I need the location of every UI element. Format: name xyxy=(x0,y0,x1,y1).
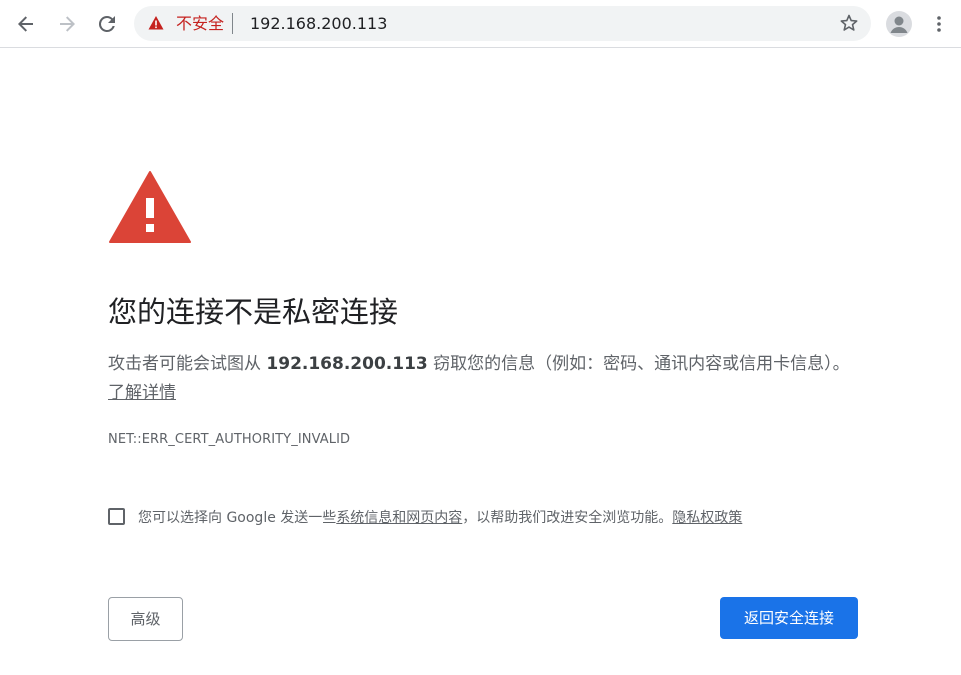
url-text[interactable]: 192.168.200.113 xyxy=(250,14,387,33)
reload-icon xyxy=(98,15,115,32)
avatar-icon xyxy=(890,16,908,33)
star-icon[interactable] xyxy=(839,13,859,33)
page-title: 您的连接不是私密连接 xyxy=(108,295,399,329)
desc-suffix: 窃取您的信息（例如：密码、通讯内容或信用卡信息）。 xyxy=(427,354,850,374)
kebab-menu-icon xyxy=(937,16,941,32)
reload-button[interactable] xyxy=(91,8,123,40)
back-button[interactable] xyxy=(10,8,42,40)
warning-triangle-icon xyxy=(109,171,191,243)
optin-text-prefix: 您可以选择向 Google 发送一些 xyxy=(138,510,337,526)
browser-menu-button[interactable] xyxy=(923,8,955,40)
optin-checkbox[interactable] xyxy=(108,508,125,525)
arrow-right-icon xyxy=(60,16,75,32)
optin-text-middle: ，以帮助我们改进安全浏览功能。 xyxy=(462,510,673,526)
optin-label: 您可以选择向 Google 发送一些系统信息和网页内容，以帮助我们改进安全浏览功… xyxy=(138,509,742,527)
browser-toolbar: 不安全 192.168.200.113 xyxy=(0,0,961,48)
desc-prefix: 攻击者可能会试图从 xyxy=(108,354,267,374)
warning-triangle-icon xyxy=(148,16,164,30)
profile-avatar[interactable] xyxy=(886,11,912,37)
advanced-button[interactable]: 高级 xyxy=(108,597,183,641)
address-bar[interactable]: 不安全 192.168.200.113 xyxy=(134,6,871,41)
error-code[interactable]: NET::ERR_CERT_AUTHORITY_INVALID xyxy=(108,432,350,447)
arrow-left-icon xyxy=(18,16,33,32)
omnibox-divider xyxy=(232,13,233,34)
privacy-policy-link[interactable]: 隐私权政策 xyxy=(672,510,742,526)
learn-more-link[interactable]: 了解详情 xyxy=(108,383,176,403)
back-to-safety-button[interactable]: 返回安全连接 xyxy=(720,597,858,639)
error-description: 攻击者可能会试图从 192.168.200.113 窃取您的信息（例如：密码、通… xyxy=(108,350,856,408)
security-status[interactable]: 不安全 xyxy=(176,14,224,33)
forward-button[interactable] xyxy=(51,8,83,40)
safe-browsing-optin: 您可以选择向 Google 发送一些系统信息和网页内容，以帮助我们改进安全浏览功… xyxy=(108,507,860,531)
desc-host: 192.168.200.113 xyxy=(266,354,428,374)
system-info-link[interactable]: 系统信息和网页内容 xyxy=(336,510,462,526)
